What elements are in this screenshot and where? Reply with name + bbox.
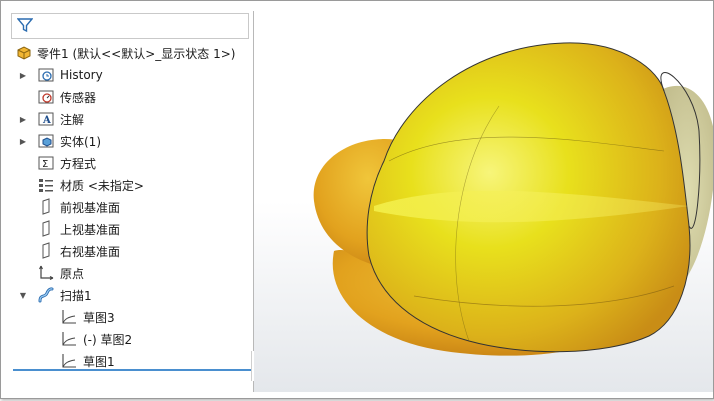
graphics-viewport[interactable]: [254, 11, 713, 392]
tree-item-label: 上视基准面: [60, 222, 121, 237]
tree-item-history[interactable]: ▶ History: [11, 64, 251, 86]
solid-bodies-folder-icon: [37, 132, 55, 150]
tree-item-label: 注解: [60, 112, 85, 127]
tree-item-label: 原点: [60, 266, 85, 281]
tree-item-label: 右视基准面: [60, 244, 121, 259]
tree-item-material[interactable]: 材质 <未指定>: [11, 174, 251, 196]
part-icon: [15, 44, 33, 62]
tree-item-right-plane[interactable]: 右视基准面: [11, 240, 251, 262]
expand-arrow-icon[interactable]: ▶: [17, 71, 29, 80]
feature-manager-panel: 零件1 (默认<<默认>_显示状态 1>) ▶ History 传感器 ▶ A …: [11, 11, 260, 392]
sweep-icon: [37, 286, 55, 304]
material-icon: [37, 176, 55, 194]
sketch-icon: [60, 330, 78, 348]
tree-item-front-plane[interactable]: 前视基准面: [11, 196, 251, 218]
sketch-icon: [60, 308, 78, 326]
tree-item-label: 草图3: [83, 310, 115, 325]
tree-item-label: 传感器: [60, 90, 97, 105]
sketch-icon: [60, 352, 78, 370]
sensors-folder-icon: [37, 88, 55, 106]
expand-arrow-icon[interactable]: ▶: [17, 137, 29, 146]
history-folder-icon: [37, 66, 55, 84]
rollback-bar[interactable]: [13, 369, 251, 371]
tree-item-label: 方程式: [60, 156, 97, 171]
tree-item-label: History: [60, 68, 103, 82]
swept-solid-model[interactable]: [254, 11, 713, 392]
plane-icon: [37, 220, 55, 238]
annotations-folder-icon: A: [37, 110, 55, 128]
tree-child-sketch2[interactable]: (-) 草图2: [11, 328, 251, 350]
tree-item-sensors[interactable]: 传感器: [11, 86, 251, 108]
tree-item-top-plane[interactable]: 上视基准面: [11, 218, 251, 240]
tree-root-label: 零件1 (默认<<默认>_显示状态 1>): [37, 46, 236, 61]
tree-item-label: 草图1: [83, 354, 115, 369]
tree-root[interactable]: 零件1 (默认<<默认>_显示状态 1>): [11, 42, 251, 64]
plane-icon: [37, 242, 55, 260]
equations-icon: Σ: [37, 154, 55, 172]
svg-text:A: A: [42, 115, 51, 126]
tree-item-origin[interactable]: 原点: [11, 262, 251, 284]
filter-bar[interactable]: [11, 13, 249, 39]
tree-item-sweep[interactable]: ▼ 扫描1: [11, 284, 251, 306]
app-window: 零件1 (默认<<默认>_显示状态 1>) ▶ History 传感器 ▶ A …: [0, 0, 714, 399]
tree-item-annotations[interactable]: ▶ A 注解: [11, 108, 251, 130]
tree-item-label: 实体(1): [60, 134, 101, 149]
plane-icon: [37, 198, 55, 216]
tree-item-label: 前视基准面: [60, 200, 121, 215]
tree-item-equations[interactable]: Σ 方程式: [11, 152, 251, 174]
tree-item-solid-bodies[interactable]: ▶ 实体(1): [11, 130, 251, 152]
feature-tree: 零件1 (默认<<默认>_显示状态 1>) ▶ History 传感器 ▶ A …: [11, 42, 251, 372]
collapse-arrow-icon[interactable]: ▼: [17, 291, 29, 300]
svg-text:Σ: Σ: [42, 159, 48, 170]
origin-icon: [37, 264, 55, 282]
tree-child-sketch3[interactable]: 草图3: [11, 306, 251, 328]
filter-icon[interactable]: [16, 17, 34, 36]
expand-arrow-icon[interactable]: ▶: [17, 115, 29, 124]
tree-item-label: 材质 <未指定>: [60, 178, 144, 193]
tree-item-label: 扫描1: [60, 288, 92, 303]
tree-item-label: (-) 草图2: [83, 332, 133, 347]
